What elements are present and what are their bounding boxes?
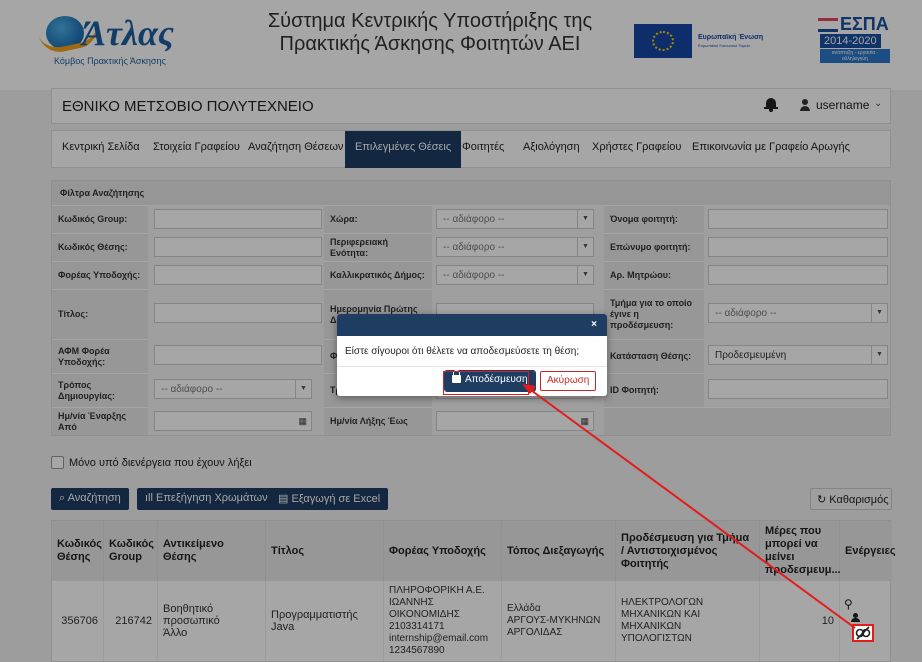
annotation-arrow [522, 384, 856, 629]
app-window: Άτλας Κόμβος Πρακτικής Άσκησης Σύστημα Κ… [0, 0, 922, 662]
